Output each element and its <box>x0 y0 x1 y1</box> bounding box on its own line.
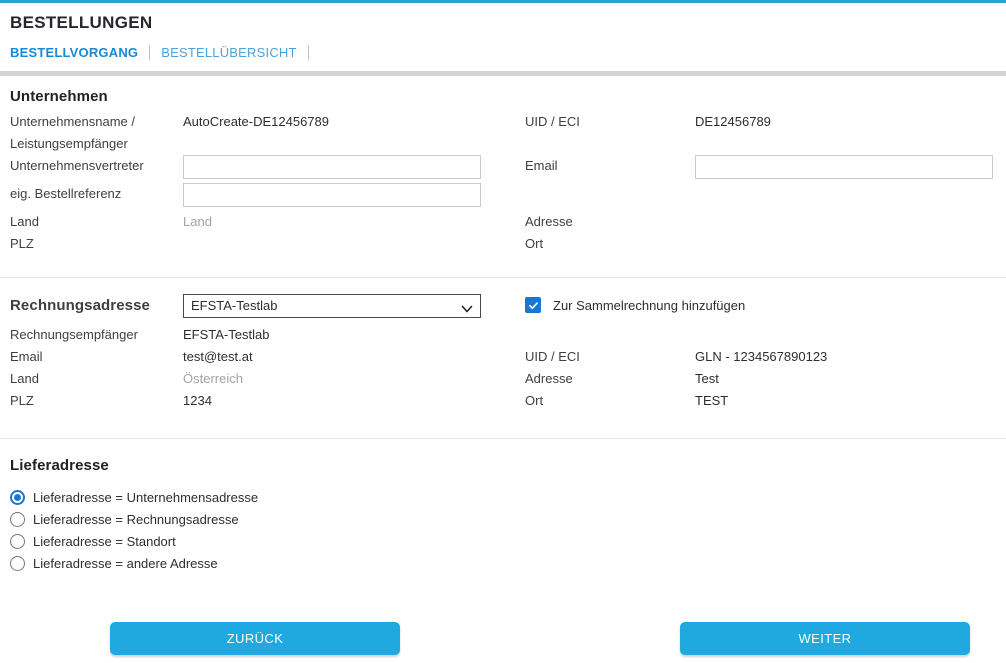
radio-label: Lieferadresse = Rechnungsadresse <box>33 512 239 527</box>
email-label: Email <box>525 155 695 177</box>
tab-bestelluebersicht[interactable]: BESTELLÜBERSICHT <box>161 45 296 60</box>
rechnungsadresse-select-value: EFSTA-Testlab <box>191 295 277 317</box>
sammelrechnung-label: Zur Sammelrechnung hinzufügen <box>553 294 745 318</box>
adresse-label: Adresse <box>525 211 695 233</box>
rechnung-plz-value: 1234 <box>180 390 525 412</box>
radio-label: Lieferadresse = Unternehmensadresse <box>33 490 258 505</box>
uid-eci-label: UID / ECI <box>525 111 695 133</box>
rechnungsadresse-select[interactable]: EFSTA-Testlab <box>183 294 481 318</box>
weiter-button[interactable]: WEITER <box>680 622 970 655</box>
plz-label: PLZ <box>10 233 180 255</box>
radio-button[interactable] <box>10 556 25 571</box>
rechnungsempfaenger-value: EFSTA-Testlab <box>180 324 525 346</box>
lieferadresse-option-andere-adresse[interactable]: Lieferadresse = andere Adresse <box>10 552 993 574</box>
section-title-lieferadresse: Lieferadresse <box>10 457 993 474</box>
tab-bestellvorgang[interactable]: BESTELLVORGANG <box>10 45 138 60</box>
zurueck-button[interactable]: ZURÜCK <box>110 622 400 655</box>
rechnung-land-label: Land <box>10 368 180 390</box>
radio-button[interactable] <box>10 534 25 549</box>
email-input[interactable] <box>695 155 993 179</box>
section-lieferadresse: Lieferadresse Lieferadresse = Unternehme… <box>0 457 1006 574</box>
land-value: Land <box>180 211 525 233</box>
land-label: Land <box>10 211 180 233</box>
rechnung-uid-value: GLN - 1234567890123 <box>695 346 993 368</box>
rechnung-email-value: test@test.at <box>180 346 525 368</box>
bestellreferenz-input[interactable] <box>183 183 481 207</box>
page-title: BESTELLUNGEN <box>10 13 996 33</box>
rechnung-plz-label: PLZ <box>10 390 180 412</box>
unternehmensvertreter-label: Unternehmensvertreter <box>10 155 180 177</box>
section-rechnungsadresse: Rechnungsadresse EFSTA-Testlab Zur Samme… <box>0 294 1006 438</box>
rechnung-email-label: Email <box>10 346 180 368</box>
section-title-rechnungsadresse: Rechnungsadresse <box>10 294 180 318</box>
rechnung-uid-label: UID / ECI <box>525 346 695 368</box>
radio-button[interactable] <box>10 512 25 527</box>
section-divider <box>0 277 1006 278</box>
ort-label: Ort <box>525 233 695 255</box>
chevron-down-icon <box>461 300 473 312</box>
sammelrechnung-checkbox[interactable] <box>525 297 541 313</box>
radio-label: Lieferadresse = Standort <box>33 534 176 549</box>
rechnungsempfaenger-label: Rechnungsempfänger <box>10 324 180 346</box>
tab-separator <box>149 45 150 60</box>
lieferadresse-option-standort[interactable]: Lieferadresse = Standort <box>10 530 993 552</box>
lieferadresse-option-rechnungsadresse[interactable]: Lieferadresse = Rechnungsadresse <box>10 508 993 530</box>
bestellreferenz-label: eig. Bestellreferenz <box>10 183 180 205</box>
rechnung-ort-label: Ort <box>525 390 695 412</box>
page-header: BESTELLUNGEN BESTELLVORGANG BESTELLÜBERS… <box>0 3 1006 62</box>
unternehmensname-value: AutoCreate-DE12456789 <box>180 111 525 133</box>
uid-eci-value: DE12456789 <box>695 111 993 133</box>
unternehmensname-label: Unternehmensname / Leistungsempfänger <box>10 111 180 155</box>
rechnung-ort-value: TEST <box>695 390 993 412</box>
rechnung-adresse-label: Adresse <box>525 368 695 390</box>
section-title-unternehmen: Unternehmen <box>10 88 993 105</box>
lieferadresse-option-unternehmensadresse[interactable]: Lieferadresse = Unternehmensadresse <box>10 486 993 508</box>
radio-button[interactable] <box>10 490 25 505</box>
tab-separator <box>308 45 309 60</box>
rechnung-adresse-value: Test <box>695 368 993 390</box>
unternehmensvertreter-input[interactable] <box>183 155 481 179</box>
radio-label: Lieferadresse = andere Adresse <box>33 556 218 571</box>
section-divider <box>0 438 1006 439</box>
section-unternehmen: Unternehmen Unternehmensname / Leistungs… <box>0 88 1006 277</box>
tab-bar: BESTELLVORGANG BESTELLÜBERSICHT <box>10 42 996 62</box>
rechnung-land-value: Österreich <box>180 368 525 390</box>
checkmark-icon <box>528 300 539 311</box>
header-divider-bar <box>0 71 1006 76</box>
